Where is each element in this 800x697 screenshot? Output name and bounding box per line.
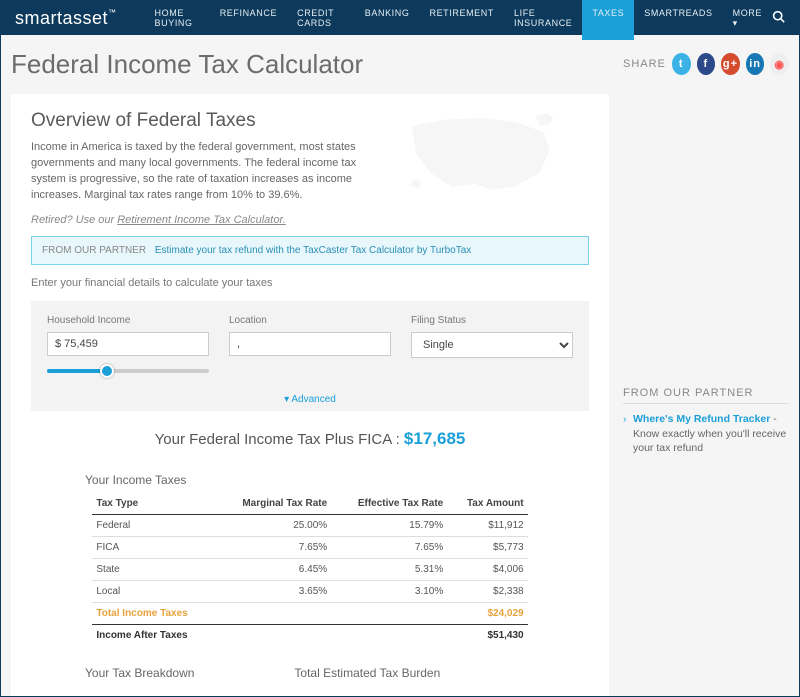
logo[interactable]: smartasset™	[15, 8, 117, 29]
nav-menu: HOME BUYING REFINANCE CREDIT CARDS BANKI…	[145, 0, 772, 40]
page-title: Federal Income Tax Calculator	[11, 49, 609, 80]
overview-heading: Overview of Federal Taxes	[31, 110, 371, 132]
nav-home-buying[interactable]: HOME BUYING	[145, 0, 210, 40]
retired-note: Retired? Use our Retirement Income Tax C…	[31, 214, 589, 226]
table-title: Your Income Taxes	[85, 473, 589, 487]
result-line: Your Federal Income Tax Plus FICA : $17,…	[31, 429, 589, 449]
tax-table: Tax TypeMarginal Tax RateEffective Tax R…	[92, 493, 527, 646]
advanced-toggle[interactable]: ▾ Advanced	[31, 388, 589, 411]
twitter-icon[interactable]: t	[672, 53, 691, 75]
nav-life-insurance[interactable]: LIFE INSURANCE	[504, 0, 582, 40]
nav-smartreads[interactable]: SMARTREADS	[634, 0, 722, 40]
table-row: State6.45%5.31%$4,006	[92, 558, 527, 580]
nav-credit-cards[interactable]: CREDIT CARDS	[287, 0, 355, 40]
input-panel: Household Income Location Filing Status …	[31, 301, 589, 388]
side-partner-item: Where's My Refund Tracker - Know exactly…	[623, 412, 789, 456]
reddit-icon[interactable]: ◉	[770, 53, 789, 75]
burden-heading: Total Estimated Tax Burden	[294, 666, 440, 680]
main-card: Overview of Federal Taxes Income in Amer…	[11, 94, 609, 696]
search-icon[interactable]	[772, 10, 785, 26]
partner-label: FROM OUR PARTNER	[42, 245, 146, 256]
us-map-icon	[389, 110, 579, 198]
partner-link[interactable]: Estimate your tax refund with the TaxCas…	[155, 245, 471, 256]
linkedin-icon[interactable]: in	[746, 53, 765, 75]
googleplus-icon[interactable]: g+	[721, 53, 740, 75]
nav-retirement[interactable]: RETIREMENT	[419, 0, 504, 40]
table-total-row: Total Income Taxes$24,029	[92, 602, 527, 624]
location-input[interactable]	[229, 332, 391, 356]
table-row: FICA7.65%7.65%$5,773	[92, 536, 527, 558]
share-label: SHARE	[623, 58, 666, 70]
top-nav: smartasset™ HOME BUYING REFINANCE CREDIT…	[1, 1, 799, 35]
table-row: Federal25.00%15.79%$11,912	[92, 514, 527, 536]
overview-body: Income in America is taxed by the federa…	[31, 140, 371, 204]
income-slider[interactable]	[47, 364, 209, 378]
filing-select[interactable]: Single	[411, 332, 573, 358]
filing-label: Filing Status	[411, 315, 573, 326]
share-row: SHARE t f g+ in ◉	[623, 53, 789, 75]
partner-banner: FROM OUR PARTNER Estimate your tax refun…	[31, 236, 589, 265]
refund-tracker-link[interactable]: Where's My Refund Tracker	[633, 413, 770, 425]
nav-taxes[interactable]: TAXES	[582, 0, 634, 40]
retirement-calc-link[interactable]: Retirement Income Tax Calculator.	[117, 214, 286, 226]
nav-refinance[interactable]: REFINANCE	[210, 0, 287, 40]
facebook-icon[interactable]: f	[697, 53, 716, 75]
input-prompt: Enter your financial details to calculat…	[31, 277, 589, 289]
side-partner-heading: FROM OUR PARTNER	[623, 387, 789, 404]
income-label: Household Income	[47, 315, 209, 326]
income-input[interactable]	[47, 332, 209, 356]
table-row: Local3.65%3.10%$2,338	[92, 580, 527, 602]
location-label: Location	[229, 315, 391, 326]
result-amount: $17,685	[404, 429, 465, 448]
nav-more[interactable]: MORE ▾	[723, 0, 772, 40]
table-after-row: Income After Taxes$51,430	[92, 624, 527, 646]
breakdown-heading: Your Tax Breakdown	[85, 666, 194, 680]
nav-banking[interactable]: BANKING	[355, 0, 420, 40]
